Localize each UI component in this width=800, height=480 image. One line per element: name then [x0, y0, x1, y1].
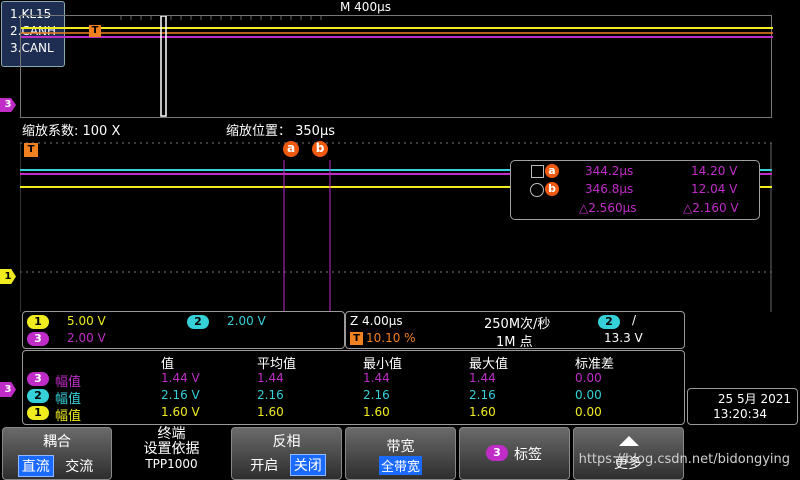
invert-title: 反相: [272, 434, 301, 450]
cursor-a-marker[interactable]: a: [283, 141, 299, 157]
cursor-b-value: 12.04 V: [691, 182, 738, 196]
cursor-a-square-icon: [531, 165, 544, 178]
measurement-stddev: 0.00: [575, 388, 602, 402]
coupling-ac-option[interactable]: 交流: [62, 456, 96, 476]
measurement-mean: 1.44: [257, 371, 284, 385]
measurement-row-chip: 1: [27, 406, 49, 420]
measurement-mean: 1.60: [257, 405, 284, 419]
bandwidth-title: 带宽: [386, 439, 415, 455]
cursor-a-value: 14.20 V: [691, 164, 738, 178]
coupling-title: 耦合: [43, 434, 71, 450]
overview-trigger-marker[interactable]: T: [89, 25, 101, 37]
cursor-delta-time: △2.560µs: [579, 201, 637, 215]
measurement-value: 1.44 V: [161, 371, 200, 385]
measurement-max: 1.44: [469, 371, 496, 385]
measurement-value: 1.60 V: [161, 405, 200, 419]
invert-on-option[interactable]: 开启: [247, 455, 281, 475]
measurement-stddev: 0.00: [575, 371, 602, 385]
ch2-chip: 2: [187, 315, 209, 329]
overview-timebase-label: M 400µs: [340, 0, 391, 14]
cursor-a-time: 344.2µs: [585, 164, 634, 178]
measurement-table[interactable]: 值 平均值 最小值 最大值 标准差 3 幅值 1.44 V 1.44 1.44 …: [22, 350, 685, 425]
ch1-chip: 1: [27, 315, 49, 329]
time: 13:20:34: [713, 407, 767, 421]
overview-waveforms: [21, 16, 773, 117]
measurement-header-row: 值 平均值 最小值 最大值 标准差: [23, 353, 684, 372]
date: 25 5月 2021: [717, 392, 791, 406]
cursor-b-readout-marker: b: [545, 182, 559, 196]
termination-button[interactable]: 终端 设置依据 TPP1000: [114, 427, 229, 480]
trigger-position-percent: 10.10 %: [366, 331, 416, 345]
ch1-offset-marker[interactable]: 1: [0, 269, 16, 284]
vertical-scale-panel[interactable]: 1 5.00 V 2 2.00 V 3 2.00 V: [22, 311, 345, 349]
trigger-position-marker[interactable]: T: [24, 143, 38, 157]
measurement-mean: 2.16: [257, 388, 284, 402]
measurement-row-chip: 3: [27, 372, 49, 386]
zoom-timebase: Z 4.00µs: [350, 314, 403, 328]
ch3-offset-marker-overview[interactable]: 3: [0, 98, 16, 112]
overview-waveform-area[interactable]: T: [20, 15, 773, 118]
measurement-min: 2.16: [363, 388, 390, 402]
measurement-value: 2.16 V: [161, 388, 200, 402]
invert-button[interactable]: 反相 开启 关闭: [231, 427, 342, 480]
ch2-scale: 2.00 V: [227, 314, 266, 328]
trigger-level: 13.3 V: [604, 331, 643, 345]
zoom-position-label: 缩放位置： 350µs: [226, 124, 335, 139]
bandwidth-value: 全带宽: [378, 456, 422, 475]
ch1-scale: 5.00 V: [67, 314, 106, 328]
label-title: 标签: [514, 447, 542, 463]
bandwidth-button[interactable]: 带宽 全带宽: [345, 427, 456, 480]
termination-line1: 终端: [157, 426, 186, 442]
up-arrow-icon: [619, 436, 639, 446]
ch3-scale: 2.00 V: [67, 331, 106, 345]
cursor-b-circle-icon: [530, 183, 544, 197]
ch3-offset-marker[interactable]: 3: [0, 382, 16, 397]
termination-line2: 设置依据: [143, 441, 200, 457]
termination-line3: TPP1000: [145, 457, 198, 471]
measurement-row-chip: 2: [27, 389, 49, 403]
datetime-display[interactable]: 25 5月 2021 13:20:34: [687, 388, 798, 425]
header-mean: 平均值: [257, 357, 297, 372]
trigger-position-chip: T: [350, 332, 363, 345]
ch3-chip: 3: [27, 332, 49, 346]
coupling-dc-option[interactable]: 直流: [17, 455, 54, 477]
header-stddev: 标准差: [575, 357, 615, 372]
cursor-b-time: 346.8µs: [585, 182, 634, 196]
measurement-row[interactable]: 3 幅值 1.44 V 1.44 1.44 1.44 0.00: [23, 371, 684, 390]
measurement-max: 2.16: [469, 388, 496, 402]
sample-rate: 250M次/秒: [484, 317, 551, 332]
cursor-delta-value: △2.160 V: [683, 201, 739, 215]
measurement-row[interactable]: 1 幅值 1.60 V 1.60 1.60 1.60 0.00: [23, 405, 684, 424]
zoom-factor-label: 缩放系数: 100 X: [22, 124, 121, 139]
label-button[interactable]: 3 标签: [459, 427, 570, 480]
cursor-readout: a 344.2µs 14.20 V b 346.8µs 12.04 V △2.5…: [510, 160, 760, 220]
watermark: https://blog.csdn.net/bidongying: [578, 452, 790, 467]
header-min: 最小值: [363, 357, 403, 372]
measurement-row-name: 幅值: [55, 409, 82, 424]
measurement-min: 1.44: [363, 371, 390, 385]
coupling-button[interactable]: 耦合 直流 交流: [2, 427, 112, 480]
timebase-panel[interactable]: Z 4.00µs 250M次/秒 T 10.10 % 1M 点 2 / 13.3…: [345, 311, 685, 350]
cursor-b-marker[interactable]: b: [312, 141, 328, 157]
zoom-window-indicator: [160, 16, 167, 117]
cursor-a-readout-marker: a: [545, 164, 559, 178]
invert-off-option[interactable]: 关闭: [289, 454, 326, 476]
measurement-stddev: 0.00: [575, 405, 602, 419]
measurement-max: 1.60: [469, 405, 496, 419]
label-ch3-chip: 3: [486, 445, 508, 461]
measurement-min: 1.60: [363, 405, 390, 419]
header-value: 值: [161, 357, 175, 372]
record-length: 1M 点: [496, 335, 533, 350]
header-max: 最大值: [469, 357, 509, 372]
measurement-row[interactable]: 2 幅值 2.16 V 2.16 2.16 2.16 0.00: [23, 388, 684, 407]
trigger-source-chip: 2: [598, 315, 620, 329]
trigger-slope-icon: /: [632, 313, 637, 327]
